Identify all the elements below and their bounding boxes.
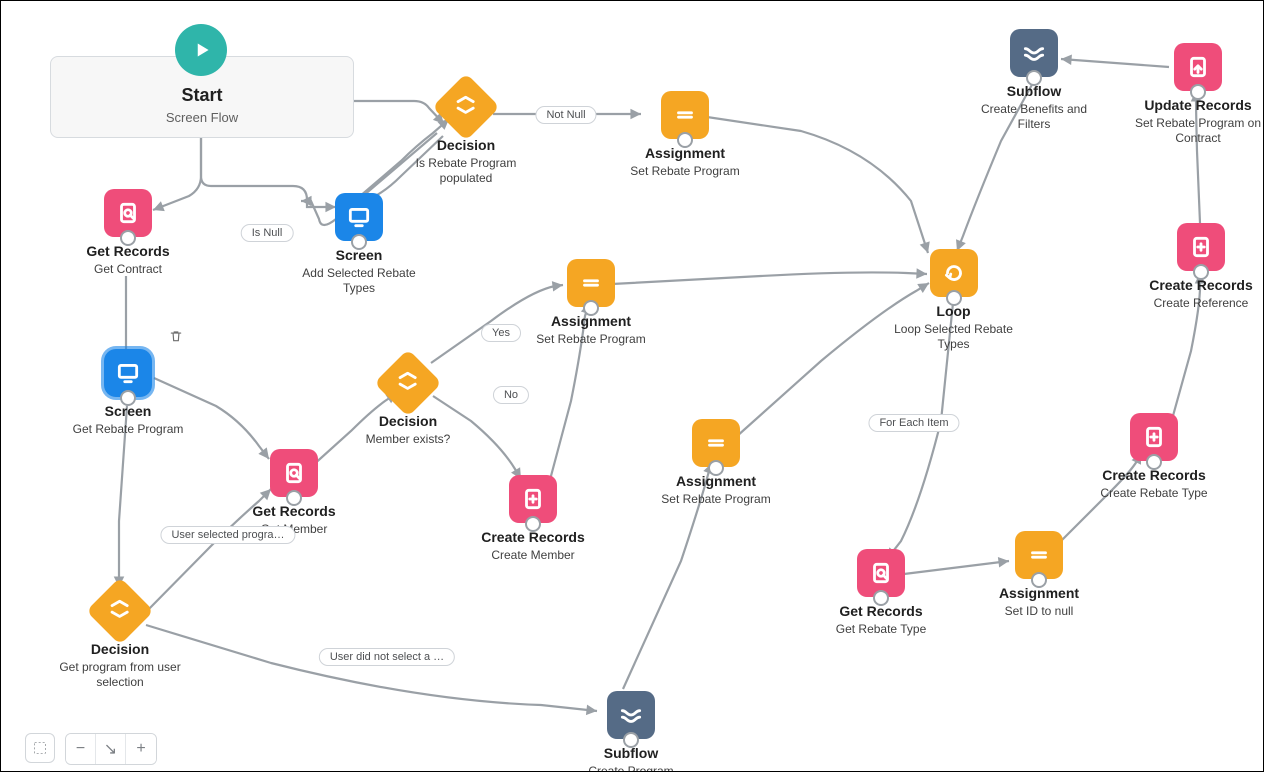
node-decision-member[interactable]: Decision Member exists?	[353, 359, 463, 447]
decision-icon	[374, 349, 442, 417]
node-decision-populated[interactable]: Decision Is Rebate Program populated	[401, 83, 531, 186]
node-sub: Set ID to null	[979, 604, 1099, 619]
badge-no: No	[493, 386, 529, 404]
badge-user-selected: User selected progra…	[160, 526, 295, 544]
node-sub: Create Reference	[1141, 296, 1261, 311]
node-screen-get-program[interactable]: Screen Get Rebate Program	[63, 349, 193, 437]
flow-canvas[interactable]: Start Screen Flow Get Records Get Contra…	[0, 0, 1264, 772]
node-subflow-create-program[interactable]: Subflow Create Program	[571, 691, 691, 772]
badge-user-not-selected: User did not select a …	[319, 648, 455, 666]
zoom-in-button[interactable]: +	[126, 734, 156, 764]
trash-icon[interactable]	[169, 329, 183, 343]
node-loop[interactable]: Loop Loop Selected Rebate Types	[881, 249, 1026, 352]
zoom-out-button[interactable]: −	[66, 734, 96, 764]
connector-dot	[873, 590, 889, 606]
connector-dot	[1146, 454, 1162, 470]
connector-dot	[120, 230, 136, 246]
connector-dot	[1026, 70, 1042, 86]
node-create-reference[interactable]: Create Records Create Reference	[1141, 223, 1261, 311]
decision-icon	[86, 577, 154, 645]
node-assign-id-null[interactable]: Assignment Set ID to null	[979, 531, 1099, 619]
node-create-member[interactable]: Create Records Create Member	[473, 475, 593, 563]
connector-dot	[1031, 572, 1047, 588]
decision-icon	[432, 73, 500, 141]
node-sub: Is Rebate Program populated	[401, 156, 531, 186]
node-sub: Create Rebate Type	[1089, 486, 1219, 501]
node-get-member[interactable]: Get Records Get Member	[239, 449, 349, 537]
connector-dot	[1193, 264, 1209, 280]
node-assign-1[interactable]: Assignment Set Rebate Program	[615, 91, 755, 179]
node-assign-3[interactable]: Assignment Set Rebate Program	[646, 419, 786, 507]
node-sub: Member exists?	[353, 432, 463, 447]
connector-dot	[946, 290, 962, 306]
connector-dot	[286, 490, 302, 506]
start-title: Start	[51, 85, 353, 106]
connector-dot	[1190, 84, 1206, 100]
node-sub: Create Program	[571, 764, 691, 772]
node-sub: Get Rebate Type	[821, 622, 941, 637]
node-sub: Loop Selected Rebate Types	[881, 322, 1026, 352]
node-sub: Set Rebate Program	[615, 164, 755, 179]
node-title: Decision	[353, 413, 463, 430]
node-create-rebate-type[interactable]: Create Records Create Rebate Type	[1089, 413, 1219, 501]
node-sub: Add Selected Rebate Types	[299, 266, 419, 296]
start-node[interactable]	[175, 24, 227, 76]
zoom-fit-button[interactable]: ↘	[96, 734, 126, 764]
node-sub: Get Contract	[73, 262, 183, 277]
node-get-rebate-type[interactable]: Get Records Get Rebate Type	[821, 549, 941, 637]
badge-is-null: Is Null	[241, 224, 294, 242]
connector-dot	[677, 132, 693, 148]
node-sub: Set Rebate Program	[521, 332, 661, 347]
node-sub: Get Rebate Program	[63, 422, 193, 437]
node-title: Decision	[401, 137, 531, 154]
play-icon	[175, 24, 227, 76]
connector-dot	[525, 516, 541, 532]
connector-dot	[583, 300, 599, 316]
node-get-contract[interactable]: Get Records Get Contract	[73, 189, 183, 277]
badge-yes: Yes	[481, 324, 521, 342]
zoom-group: − ↘ +	[65, 733, 157, 765]
connector-dot	[120, 390, 136, 406]
node-title: Decision	[55, 641, 185, 658]
start-subtitle: Screen Flow	[51, 110, 353, 125]
node-sub: Create Member	[473, 548, 593, 563]
node-decision-user-sel[interactable]: Decision Get program from user selection	[55, 587, 185, 690]
node-screen-add-types[interactable]: Screen Add Selected Rebate Types	[299, 193, 419, 296]
select-tool-button[interactable]	[25, 733, 55, 763]
connector-dot	[708, 460, 724, 476]
badge-not-null: Not Null	[535, 106, 596, 124]
connector-dot	[351, 234, 367, 250]
node-assign-2[interactable]: Assignment Set Rebate Program	[521, 259, 661, 347]
badge-for-each: For Each Item	[868, 414, 959, 432]
node-update-records[interactable]: Update Records Set Rebate Program on Con…	[1133, 43, 1263, 146]
node-sub: Set Rebate Program on Contract	[1133, 116, 1263, 146]
node-subflow-benefits[interactable]: Subflow Create Benefits and Filters	[969, 29, 1099, 132]
connector-dot	[623, 732, 639, 748]
node-sub: Create Benefits and Filters	[969, 102, 1099, 132]
node-sub: Set Rebate Program	[646, 492, 786, 507]
node-sub: Get program from user selection	[55, 660, 185, 690]
canvas-toolbar: − ↘ +	[25, 733, 157, 765]
